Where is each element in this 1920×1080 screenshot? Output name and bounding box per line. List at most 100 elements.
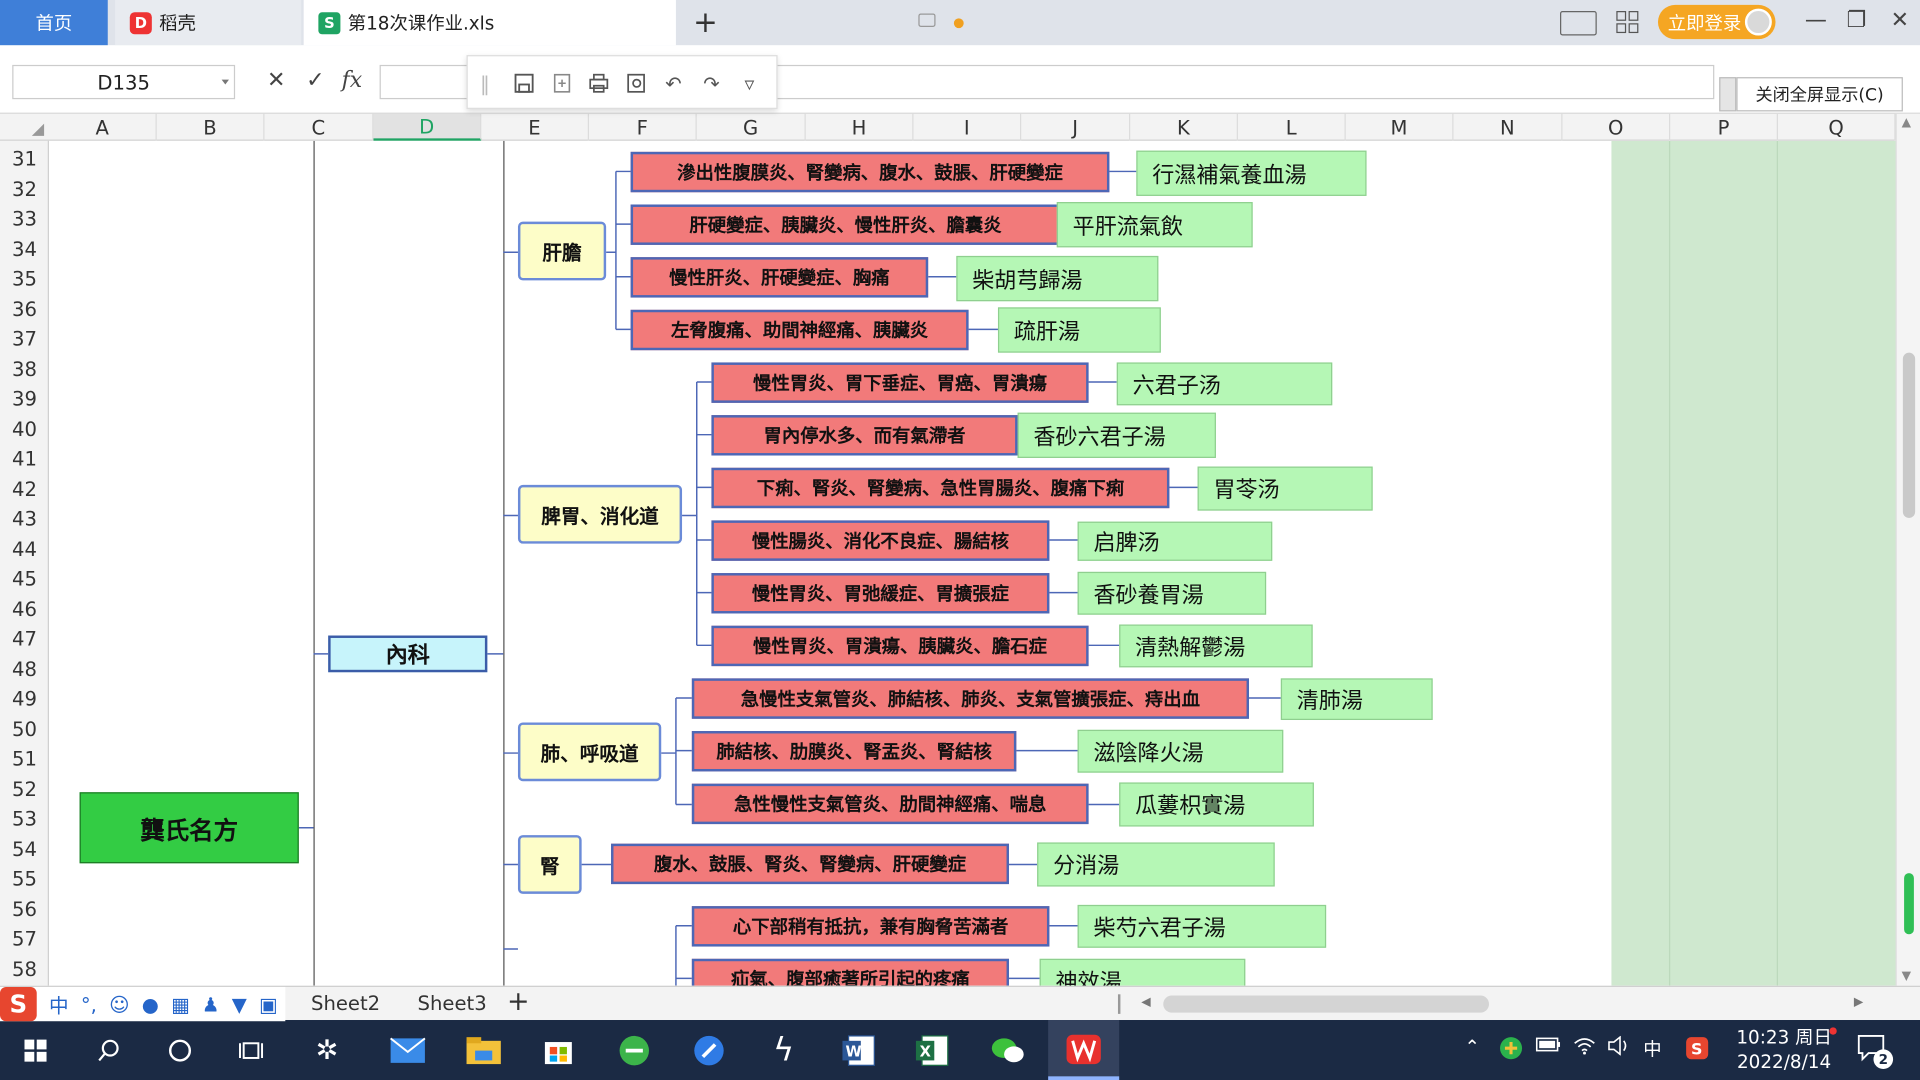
mindmap-disease-box[interactable]: 急性慢性支氣管炎、肋間神經痛、喘息 — [691, 783, 1089, 825]
row-header-cell[interactable]: 42 — [0, 474, 49, 503]
mindmap-disease-box[interactable]: 急慢性支氣管炎、肺結核、肺炎、支氣管擴張症、痔出血 — [691, 678, 1249, 719]
mindmap-disease-box[interactable]: 慢性胃炎、胃弛緩症、胃擴張症 — [711, 573, 1050, 614]
row-header-cell[interactable]: 38 — [0, 354, 49, 383]
pinwheel-app-icon[interactable]: ✲ — [309, 1032, 346, 1069]
tab-home[interactable]: 首页 — [0, 0, 108, 46]
col-header-a[interactable]: A — [49, 113, 157, 141]
wechat-icon[interactable] — [989, 1032, 1026, 1069]
col-header-m[interactable]: M — [1346, 113, 1454, 141]
mindmap-disease-box[interactable]: 慢性胃炎、胃潰瘍、胰臟炎、膽石症 — [711, 625, 1089, 667]
col-header-p[interactable]: P — [1670, 113, 1778, 141]
row-header-cell[interactable]: 45 — [0, 563, 49, 592]
scroll-left-icon[interactable]: ◀ — [1141, 996, 1150, 1009]
close-icon[interactable]: ✕ — [1891, 7, 1909, 33]
col-header-h[interactable]: H — [806, 113, 914, 141]
taskbar-clock[interactable]: 10:23 周日 2022/8/14 — [1727, 1025, 1842, 1074]
search-icon[interactable] — [91, 1032, 128, 1069]
row-header-cell[interactable]: 47 — [0, 623, 49, 652]
zoom-indicator[interactable] — [1904, 873, 1914, 935]
browser-icon[interactable] — [616, 1032, 653, 1069]
col-header-i[interactable]: I — [913, 113, 1022, 141]
row-header-cell[interactable]: 49 — [0, 683, 49, 712]
mindmap-disease-box[interactable]: 滲出性腹膜炎、腎變病、腹水、鼓脹、肝硬變症 — [630, 151, 1110, 193]
redo-icon[interactable]: ↷ — [699, 71, 723, 95]
check-icon[interactable]: ✓ — [306, 67, 324, 93]
drag-handle-icon[interactable]: ‖ — [473, 71, 497, 95]
input-language-indicator[interactable]: 中 — [1643, 1036, 1661, 1062]
mindmap-formula-box[interactable]: 清肺湯 — [1280, 678, 1433, 721]
mindmap-group-liver[interactable]: 肝膽 — [517, 221, 607, 281]
col-header-g[interactable]: G — [697, 113, 806, 141]
mindmap-root[interactable]: 龔氏名方 — [79, 792, 299, 864]
row-header-cell[interactable]: 32 — [0, 174, 49, 203]
row-header-cell[interactable]: 57 — [0, 923, 49, 952]
mindmap-formula-box[interactable]: 滋陰降火湯 — [1077, 729, 1284, 773]
mindmap-disease-box[interactable]: 胃內停水多、而有氣滯者 — [711, 415, 1018, 456]
row-header-cell[interactable]: 33 — [0, 203, 49, 232]
mindmap-formula-box[interactable]: 香砂六君子湯 — [1017, 412, 1216, 458]
store-icon[interactable] — [540, 1032, 577, 1069]
sogou-tray-icon[interactable]: S — [1685, 1036, 1709, 1065]
col-header-o[interactable]: O — [1562, 113, 1671, 141]
mindmap-formula-box[interactable]: 胃苓汤 — [1197, 466, 1373, 511]
row-header-cell[interactable]: 40 — [0, 414, 49, 443]
cancel-icon[interactable]: ✕ — [267, 67, 285, 93]
mindmap-formula-box[interactable]: 神效湯 — [1039, 958, 1246, 986]
vertical-scroll-thumb[interactable] — [1902, 352, 1916, 518]
toolbox-icon[interactable]: ▣ — [259, 992, 278, 1015]
scroll-up-icon[interactable]: ▲ — [1902, 116, 1911, 129]
sheet-tab-3[interactable]: Sheet3 — [418, 992, 487, 1015]
col-header-j[interactable]: J — [1021, 113, 1131, 141]
col-header-l[interactable]: L — [1238, 113, 1346, 141]
name-box[interactable]: D135 — [12, 64, 236, 100]
row-header-cell[interactable]: 58 — [0, 954, 49, 983]
sogou-ime-icon[interactable]: S — [0, 986, 37, 1022]
horizontal-scroll-thumb[interactable] — [1163, 995, 1489, 1013]
row-header-cell[interactable]: 54 — [0, 834, 49, 863]
row-header-cell[interactable]: 31 — [0, 143, 49, 172]
row-header-cell[interactable]: 53 — [0, 803, 49, 832]
excel-icon[interactable]: X — [913, 1032, 950, 1069]
mindmap-category-internal-medicine[interactable]: 內科 — [328, 635, 488, 673]
mindmap-disease-box[interactable]: 腹水、鼓脹、腎炎、腎變病、肝硬變症 — [611, 843, 1009, 885]
mindmap-disease-box[interactable]: 肝硬變症、胰臟炎、慢性肝炎、膽囊炎 — [630, 204, 1061, 245]
export-icon[interactable] — [550, 71, 574, 95]
row-header-cell[interactable]: 52 — [0, 774, 49, 803]
col-header-k[interactable]: K — [1130, 113, 1238, 141]
ime-mode-toggle[interactable]: 中 — [49, 989, 69, 1018]
mindmap-group-respiratory[interactable]: 肺、呼吸道 — [517, 722, 662, 782]
add-sheet-icon[interactable]: + — [507, 987, 530, 1018]
file-explorer-icon[interactable] — [465, 1032, 502, 1069]
mindmap-formula-box[interactable]: 启脾汤 — [1077, 521, 1273, 561]
wifi-icon[interactable] — [1572, 1036, 1596, 1060]
mindmap-group-kidney[interactable]: 腎 — [517, 835, 582, 894]
worksheet-grid[interactable]: 龔氏名方 內科 肝膽 脾胃、消化道 肺、呼吸道 腎 滲出性腹膜炎、腎變病、腹水、… — [48, 140, 1896, 986]
row-header-cell[interactable]: 39 — [0, 383, 49, 412]
print-preview-icon[interactable] — [624, 71, 648, 95]
cortana-icon[interactable] — [162, 1032, 199, 1069]
microphone-icon[interactable]: ● — [142, 992, 159, 1015]
row-header-cell[interactable]: 35 — [0, 263, 49, 292]
tray-app-icon[interactable] — [1499, 1036, 1523, 1065]
undo-icon[interactable]: ↶ — [661, 71, 685, 95]
minimize-icon[interactable]: — — [1805, 7, 1827, 33]
col-header-c[interactable]: C — [264, 113, 374, 141]
row-header-cell[interactable]: 48 — [0, 654, 49, 683]
word-icon[interactable]: W — [840, 1032, 877, 1069]
sheet-tab-2[interactable]: Sheet2 — [311, 992, 380, 1015]
mindmap-disease-box[interactable]: 心下部稍有抵抗，兼有胸脅苦滿者 — [691, 906, 1050, 947]
mindmap-disease-box[interactable]: 慢性肝炎、肝硬變症、胸痛 — [630, 257, 929, 298]
mail-icon[interactable] — [389, 1032, 426, 1069]
grid-apps-icon[interactable] — [1616, 11, 1639, 34]
mindmap-formula-box[interactable]: 分消湯 — [1037, 842, 1275, 887]
tab-docer[interactable]: D 稻壳 — [115, 0, 302, 46]
select-all-corner[interactable] — [0, 114, 49, 141]
mindmap-formula-box[interactable]: 疏肝湯 — [997, 307, 1161, 353]
mindmap-formula-box[interactable]: 瓜蔞枳實湯 — [1119, 782, 1314, 827]
row-header-cell[interactable]: 50 — [0, 714, 49, 743]
row-header-cell[interactable]: 51 — [0, 743, 49, 772]
battery-icon[interactable] — [1535, 1036, 1563, 1058]
mindmap-disease-box[interactable]: 左脅腹痛、助間神經痛、胰臟炎 — [630, 309, 969, 351]
tray-expand-icon[interactable]: ⌃ — [1465, 1036, 1480, 1058]
tab-file[interactable]: S 第18次课作业.xls — [303, 0, 964, 46]
